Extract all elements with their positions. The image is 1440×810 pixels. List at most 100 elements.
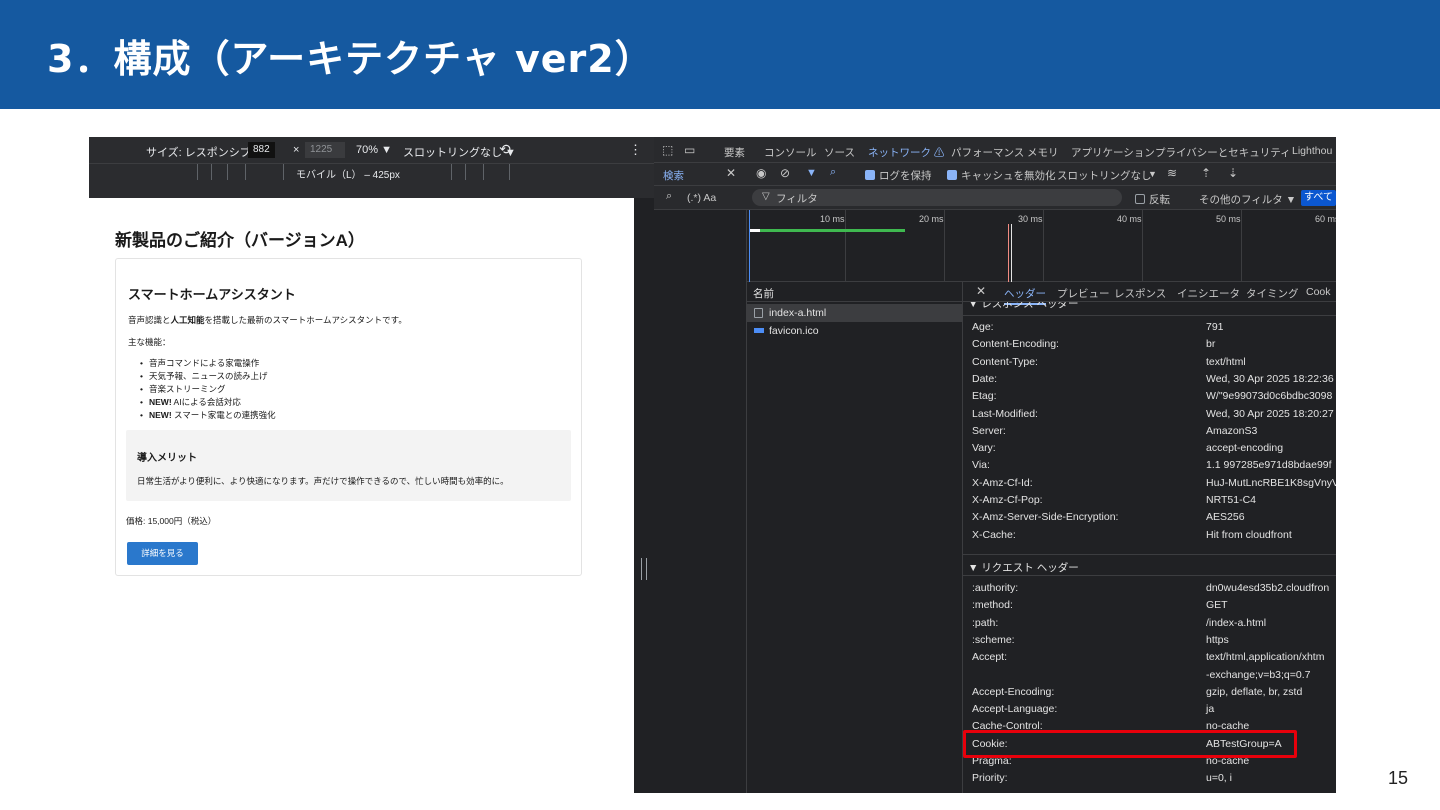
header-key: Etag: [972,390,997,403]
header-value: Hit from cloudfront [1206,528,1292,541]
header-row: :authority: dn0wu4esd35b2.cloudfron [963,580,1336,597]
image-icon [754,328,764,333]
invert-checkbox[interactable]: 反転 [1135,192,1170,207]
tab-preview[interactable]: プレビュー [1057,286,1110,301]
header-value: GET [1206,599,1228,612]
cookie-highlight-box [963,730,1297,758]
product-description: 音声認識と人工知能を搭載した最新のスマートホームアシスタントです。 [128,314,407,326]
page-heading: 新製品のご紹介（バージョンA） [115,231,365,250]
header-key: X-Amz-Cf-Id: [972,476,1033,489]
inspect-icon[interactable]: ⬚ [662,143,673,157]
header-key: Date: [972,372,998,385]
request-headers-section[interactable]: ▼ リクエスト ヘッダー [963,554,1336,576]
header-row: X-Cache: Hit from cloudfront [963,527,1336,544]
tab-console[interactable]: コンソール [764,145,817,160]
panel-resize-handle[interactable] [634,198,654,793]
device-toggle-icon[interactable]: ▭ [684,143,695,157]
header-key: Accept-Encoding: [972,685,1055,698]
list-item[interactable]: index-a.html [747,304,963,322]
header-row: Age: 791 [963,319,1336,336]
device-size-label: モバイル（L） – 425px [296,170,400,181]
devtools-tabbar: ⬚ ▭ 要素 コンソール ソース ネットワーク ⚠ パフォーマンス メモリ アプ… [654,137,1336,167]
header-key: Vary: [972,442,996,455]
title-banner: 3．構成（アーキテクチャ ver2） [0,0,1440,109]
product-card: スマートホームアシスタント 音声認識と人工知能を搭載した最新のスマートホームアシ… [115,258,582,576]
more-options-icon[interactable]: ⋮ [629,142,642,158]
header-row: X-Amz-Server-Side-Encryption: AES256 [963,509,1336,526]
record-icon[interactable]: ◉ [756,166,766,180]
preserve-log-checkbox[interactable]: ログを保持 [865,168,932,183]
times-sign: × [293,144,300,156]
tab-response[interactable]: レスポンス [1114,286,1166,301]
tab-application[interactable]: アプリケーション [1071,145,1155,160]
timeline-load-marker [1008,224,1009,282]
slide: 3．構成（アーキテクチャ ver2） サイズ: レスポンシブ ▼ 882 × 1… [0,0,1440,810]
zoom-select[interactable]: 70% ▼ [356,144,392,156]
filter-input[interactable]: ▽ フィルタ [752,189,1122,206]
tab-lighthouse[interactable]: Lighthou [1292,145,1332,157]
clear-icon[interactable]: ⊘ [780,166,790,180]
close-icon[interactable]: ✕ [726,166,736,180]
header-row: Content-Encoding: br [963,336,1336,353]
tab-timing[interactable]: タイミング [1246,286,1299,301]
header-key: :scheme: [972,633,1015,646]
responsive-size-select[interactable]: サイズ: レスポンシブ ▼ [146,144,265,160]
header-value: br [1206,338,1216,351]
tab-cookies[interactable]: Cook [1306,286,1331,298]
tab-privacy-security[interactable]: プライバシーとセキュリティ [1155,145,1291,160]
header-value: dn0wu4esd35b2.cloudfron [1206,582,1330,594]
close-icon[interactable]: ✕ [976,284,986,298]
header-key: :method: [972,599,1013,612]
response-headers-section[interactable]: ▼ レスポンス ヘッダー [963,302,1336,316]
tab-initiator[interactable]: イニシエータ [1177,286,1240,301]
list-item: 音楽ストリーミング [140,383,276,396]
more-filters-dropdown[interactable]: その他のフィルタ ▼ [1199,192,1296,207]
header-row: Last-Modified: Wed, 30 Apr 2025 18:20:27 [963,406,1336,423]
width-input[interactable]: 882 [248,142,275,158]
merit-box: 導入メリット 日常生活がより便利に、より快適になります。声だけで操作できるので、… [126,430,571,501]
rotate-icon[interactable]: ⟲ [499,141,511,158]
details-button[interactable]: 詳細を見る [127,542,198,565]
emulator-toolbar: サイズ: レスポンシブ ▼ 882 × 1225 70% ▼ スロットリングなし… [89,137,654,163]
search-pane [654,210,747,793]
header-value: text/html,application/xhtm [1206,651,1325,664]
filter-funnel-icon: ▽ [762,191,770,202]
header-row: Date: Wed, 30 Apr 2025 18:22:36 [963,371,1336,388]
feature-list: 音声コマンドによる家電操作 天気予報、ニュースの読み上げ 音楽ストリーミング N… [140,357,276,422]
header-value: text/html [1206,355,1246,368]
search-icon[interactable]: ⌕ [830,166,836,179]
height-input[interactable]: 1225 [305,142,345,158]
browser-screenshot: サイズ: レスポンシブ ▼ 882 × 1225 70% ▼ スロットリングなし… [89,137,1336,793]
header-row: :path: /index-a.html [963,615,1336,632]
tab-sources[interactable]: ソース [824,145,855,160]
request-list: 名前 index-a.html favicon.ico [747,282,963,793]
list-item[interactable]: favicon.ico [747,322,963,340]
throttle-dropdown[interactable]: スロットリングなし [1057,168,1152,183]
wifi-icon[interactable]: ≋ [1167,166,1177,180]
header-value: HuJ-MutLncRBE1K8sgVnyV [1206,476,1336,489]
header-value: gzip, deflate, br, zstd [1206,685,1303,698]
header-key: X-Amz-Server-Side-Encryption: [972,511,1119,524]
filter-icon[interactable]: ▼ [806,167,817,179]
tab-elements[interactable]: 要素 [724,145,745,160]
tab-performance[interactable]: パフォーマンス [951,145,1024,160]
document-icon [754,308,763,318]
timeline-tick: 10 ms [820,214,845,224]
header-value: NRT51-C4 [1206,494,1256,506]
header-value: W/"9e99073d0c6bdbc3098 [1206,390,1333,403]
upload-icon[interactable]: ⇡ [1201,166,1211,180]
timeline-bar [750,229,905,232]
header-value: https [1206,633,1229,646]
tab-search[interactable]: 検索 [663,168,684,183]
header-key: Content-Type: [972,355,1038,368]
network-timeline: 10 ms 20 ms 30 ms 40 ms 50 ms 60 ms [747,210,1336,282]
search-options[interactable]: (.*) Aa [687,192,716,204]
header-row: X-Amz-Cf-Id: HuJ-MutLncRBE1K8sgVnyV [963,475,1336,492]
disable-cache-checkbox[interactable]: キャッシュを無効化 [947,168,1056,183]
filter-all-button[interactable]: すべて [1301,190,1336,206]
download-icon[interactable]: ⇣ [1228,166,1238,180]
page-number: 15 [1387,768,1408,788]
chevron-down-icon[interactable]: ▼ [1148,169,1157,179]
timeline-tick: 60 ms [1315,214,1336,224]
tab-memory[interactable]: メモリ [1027,145,1059,160]
